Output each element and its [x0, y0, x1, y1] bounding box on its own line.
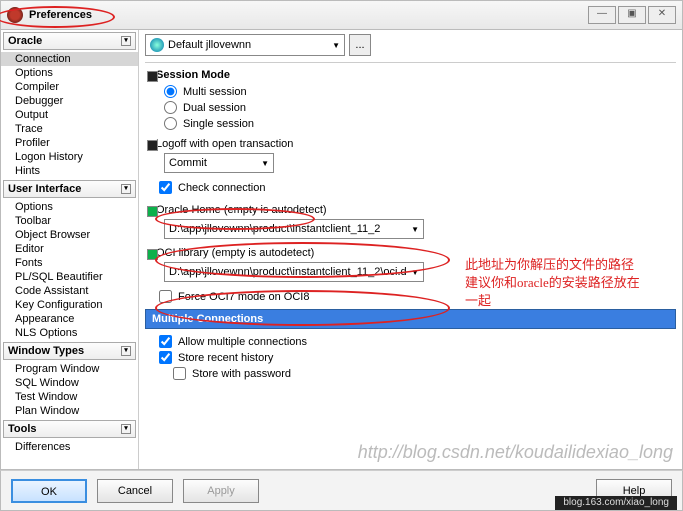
sidebar-item[interactable]: Key Configuration [1, 298, 138, 312]
sidebar-item[interactable]: Options [1, 66, 138, 80]
allow-multiple-checkbox[interactable] [159, 335, 172, 348]
maximize-button[interactable]: ▣ [618, 6, 646, 24]
cancel-button[interactable]: Cancel [97, 479, 173, 503]
cat-ui[interactable]: User Interface▾ [3, 180, 136, 198]
apply-button[interactable]: Apply [183, 479, 259, 503]
sidebar-item[interactable]: Hints [1, 164, 138, 178]
profile-select[interactable]: Default jllovewnn▼ [145, 34, 345, 56]
oci-library-combo[interactable]: D:\app\jllovewnn\product\instantclient_1… [164, 262, 424, 282]
store-recent-checkbox[interactable] [159, 351, 172, 364]
oci-library-label: OCI library (empty is autodetect) [156, 247, 676, 259]
sidebar-item[interactable]: Logon History [1, 150, 138, 164]
check-connection-checkbox[interactable] [159, 181, 172, 194]
cat-oracle[interactable]: Oracle▾ [3, 32, 136, 50]
credit: blog.163.com/xiao_long [555, 496, 677, 510]
sidebar: Oracle▾ Connection Options Compiler Debu… [1, 30, 139, 469]
profile-more-button[interactable]: ... [349, 34, 371, 56]
chevron-down-icon[interactable]: ▾ [121, 346, 131, 356]
sidebar-item[interactable]: Plan Window [1, 404, 138, 418]
store-password-checkbox[interactable] [173, 367, 186, 380]
title-bar: Preferences — ▣ ✕ [0, 0, 683, 30]
sidebar-item[interactable]: Editor [1, 242, 138, 256]
main-panel: Default jllovewnn▼ ... Session Mode Mult… [139, 30, 682, 469]
multi-session-radio[interactable] [164, 85, 177, 98]
sidebar-item[interactable]: Object Browser [1, 228, 138, 242]
sidebar-item[interactable]: Program Window [1, 362, 138, 376]
sidebar-item[interactable]: NLS Options [1, 326, 138, 340]
logoff-label: Logoff with open transaction [156, 138, 676, 150]
sidebar-item[interactable]: Options [1, 200, 138, 214]
oracle-home-label: Oracle Home (empty is autodetect) [156, 204, 676, 216]
chevron-down-icon[interactable]: ▾ [121, 36, 131, 46]
sidebar-item[interactable]: Appearance [1, 312, 138, 326]
sidebar-item[interactable]: Compiler [1, 80, 138, 94]
logoff-combo[interactable]: Commit▼ [164, 153, 274, 173]
sidebar-item[interactable]: Trace [1, 122, 138, 136]
force-oci7-checkbox[interactable] [159, 290, 172, 303]
app-icon [7, 7, 23, 23]
sidebar-item[interactable]: PL/SQL Beautifier [1, 270, 138, 284]
sidebar-item-connection[interactable]: Connection [1, 52, 138, 66]
chevron-down-icon[interactable]: ▾ [121, 424, 131, 434]
globe-icon [150, 38, 164, 52]
sidebar-item[interactable]: SQL Window [1, 376, 138, 390]
sidebar-item[interactable]: Fonts [1, 256, 138, 270]
multiple-connections-header: Multiple Connections [145, 309, 676, 329]
window-title: Preferences [29, 9, 588, 21]
sidebar-item[interactable]: Profiler [1, 136, 138, 150]
close-button[interactable]: ✕ [648, 6, 676, 24]
session-mode-title: Session Mode [156, 69, 676, 81]
sidebar-item[interactable]: Toolbar [1, 214, 138, 228]
oracle-home-combo[interactable]: D:\app\jllovewnn\product\instantclient_1… [164, 219, 424, 239]
sidebar-item[interactable]: Output [1, 108, 138, 122]
ok-button[interactable]: OK [11, 479, 87, 503]
sidebar-item[interactable]: Debugger [1, 94, 138, 108]
dual-session-radio[interactable] [164, 101, 177, 114]
sidebar-item[interactable]: Test Window [1, 390, 138, 404]
minimize-button[interactable]: — [588, 6, 616, 24]
single-session-radio[interactable] [164, 117, 177, 130]
cat-windowtypes[interactable]: Window Types▾ [3, 342, 136, 360]
sidebar-item[interactable]: Code Assistant [1, 284, 138, 298]
sidebar-item[interactable]: Differences [1, 440, 138, 454]
chevron-down-icon[interactable]: ▾ [121, 184, 131, 194]
cat-tools[interactable]: Tools▾ [3, 420, 136, 438]
